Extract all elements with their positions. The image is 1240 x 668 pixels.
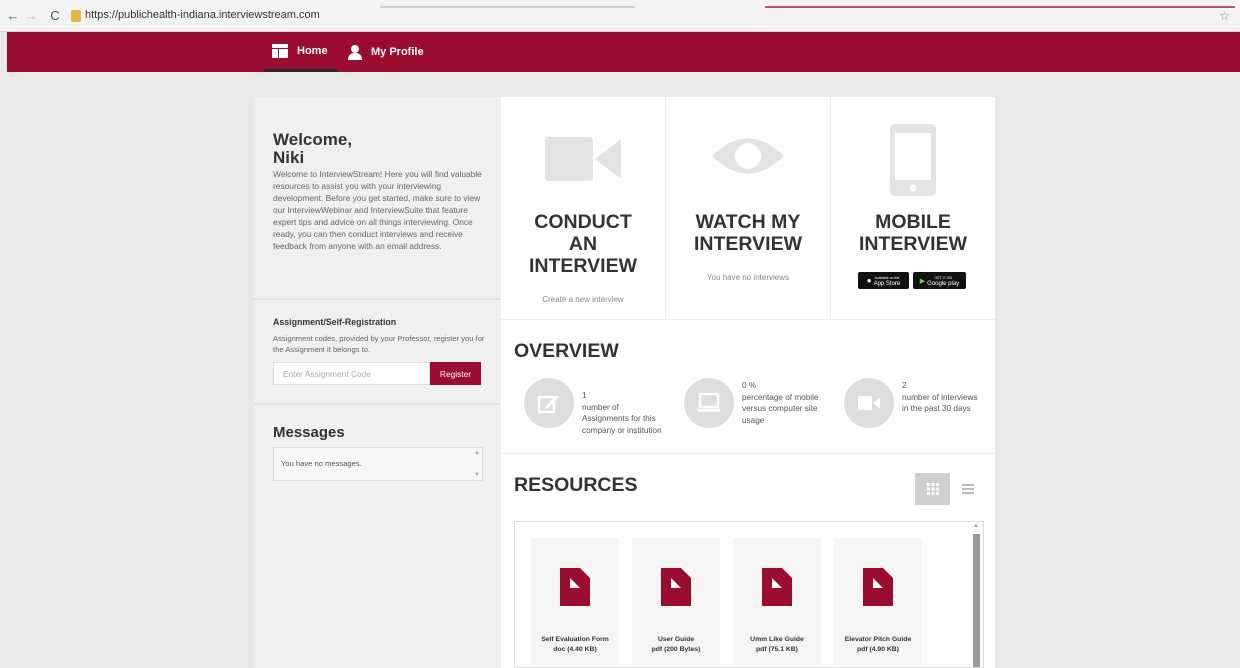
stat-value: 1 [582,391,587,400]
resource-name: Elevator Pitch Guide [844,636,912,643]
mobile-interview-card[interactable]: MOBILE INTERVIEW ● Available on the App … [831,97,995,319]
card-title: CONDUCT AN INTERVIEW [501,211,665,277]
badge-text: Google play [927,280,960,287]
card-title-line: CONDUCT [534,211,632,233]
card-title: MOBILE INTERVIEW [831,211,995,255]
assignment-code-input[interactable] [273,362,430,385]
document-icon [560,568,590,606]
play-icon: ▶ [919,277,926,285]
assignment-title: Assignment/Self-Registration [273,317,397,327]
stat-label: percentage of mobile versus computer sit… [742,392,819,425]
tab-indicator-active [765,6,1235,8]
messages-box: You have no messages. ▲ ▼ [273,447,483,481]
scroll-up-icon[interactable]: ▲ [474,450,480,456]
reload-icon[interactable]: C [48,9,62,23]
main-content: CONDUCT AN INTERVIEW Create a new interv… [501,97,995,668]
resources-title: RESOURCES [514,474,638,496]
welcome-line: Welcome, [273,130,353,149]
resources-panel: ▲ Self Evaluation Form doc (4.40 KB) Use… [514,521,984,668]
document-icon [661,568,691,606]
user-icon [348,44,362,60]
phone-icon [890,124,936,196]
messages-empty-text: You have no messages. [281,459,362,468]
stat-value: 0 % [742,381,757,390]
resource-card[interactable]: User Guide pdf (200 Bytes) [632,538,720,665]
messages-title: Messages [273,424,345,441]
card-title-line: INTERVIEW [529,255,637,277]
stat-mobile-icon [684,378,734,428]
resource-card[interactable]: Umm Like Guide pdf (75.1 KB) [733,538,821,665]
divider [501,319,995,320]
divider [254,298,501,300]
resource-name: Self Evaluation Form [541,636,609,643]
resource-name: User Guide [657,636,695,643]
stat-assignments: 1 number of Assignments for this company… [582,390,662,436]
card-subtitle: Create a new interview [542,295,624,304]
google-play-badge[interactable]: ▶ GET IT ON Google play [913,272,966,289]
nav-my-profile[interactable]: My Profile [348,32,424,72]
sidebar: Welcome, Niki Welcome to InterviewStream… [254,97,501,668]
stat-mobile-usage: 0 % percentage of mobile versus computer… [742,380,822,426]
nav-profile-label: My Profile [371,46,424,58]
lock-icon [71,10,81,22]
bookmark-star-icon[interactable]: ☆ [1219,9,1230,23]
tab-indicator [380,6,635,8]
eye-icon [712,138,784,174]
register-button[interactable]: Register [430,362,481,385]
list-icon [961,484,974,494]
badge-text: App Store [873,280,901,287]
stat-label: number of interviews in the past 30 days [902,392,978,414]
conduct-interview-card[interactable]: CONDUCT AN INTERVIEW Create a new interv… [501,97,666,319]
address-bar[interactable]: https://publichealth-indiana.interviewst… [85,9,320,21]
video-camera-icon [545,137,621,181]
monitor-icon [698,393,720,412]
grid-icon [926,483,939,495]
stat-label: number of Assignments for this company o… [582,402,662,435]
stat-interviews: 2 number of interviews in the past 30 da… [902,380,982,415]
scroll-down-icon[interactable]: ▼ [474,472,480,478]
watch-interview-card[interactable]: WATCH MY INTERVIEW You have no interview… [666,97,831,319]
resource-meta: pdf (200 Bytes) [651,646,701,653]
resource-meta: doc (4.40 KB) [553,646,597,653]
grid-view-button[interactable] [915,473,950,505]
assignment-text: Assignment codes, provided by your Profe… [273,334,485,354]
card-title-line: AN [568,233,598,255]
card-title-line: MOBILE [875,211,951,233]
resource-card[interactable]: Elevator Pitch Guide pdf (4.90 KB) [834,538,922,665]
document-icon [863,568,893,606]
stat-assignments-icon [524,378,574,428]
layout-icon [272,43,288,58]
stat-value: 2 [902,381,907,390]
apple-icon: ● [866,276,872,285]
document-icon [762,568,792,606]
scrollbar[interactable] [973,534,980,667]
nav-home[interactable]: Home [264,32,338,72]
top-navigation: Home My Profile [7,32,1240,72]
overview-title: OVERVIEW [514,340,619,362]
user-name: Niki [273,148,305,167]
list-view-button[interactable] [950,473,985,505]
card-subtitle: You have no interviews [707,273,789,282]
resource-meta: pdf (75.1 KB) [756,646,798,653]
card-title-line: WATCH MY [695,211,801,233]
video-camera-icon [858,396,880,410]
scroll-up-icon[interactable]: ▲ [973,523,979,529]
welcome-heading: Welcome, Niki [273,131,352,167]
card-title: WATCH MY INTERVIEW [666,211,830,255]
divider [254,403,501,405]
nav-home-label: Home [297,44,328,57]
app-store-badge[interactable]: ● Available on the App Store [858,272,909,289]
divider [501,453,995,454]
forward-icon[interactable]: → [24,9,38,23]
welcome-text: Welcome to InterviewStream! Here you wil… [273,169,482,251]
stat-interviews-icon [844,378,894,428]
back-icon[interactable]: ← [6,9,20,23]
resource-name: Umm Like Guide [750,636,804,643]
card-title-line: INTERVIEW [694,233,802,255]
resource-meta: pdf (4.90 KB) [857,646,899,653]
browser-toolbar: ← → C https://publichealth-indiana.inter… [0,0,1240,32]
resource-card[interactable]: Self Evaluation Form doc (4.40 KB) [531,538,619,665]
edit-icon [538,395,559,414]
card-title-line: INTERVIEW [859,233,967,255]
